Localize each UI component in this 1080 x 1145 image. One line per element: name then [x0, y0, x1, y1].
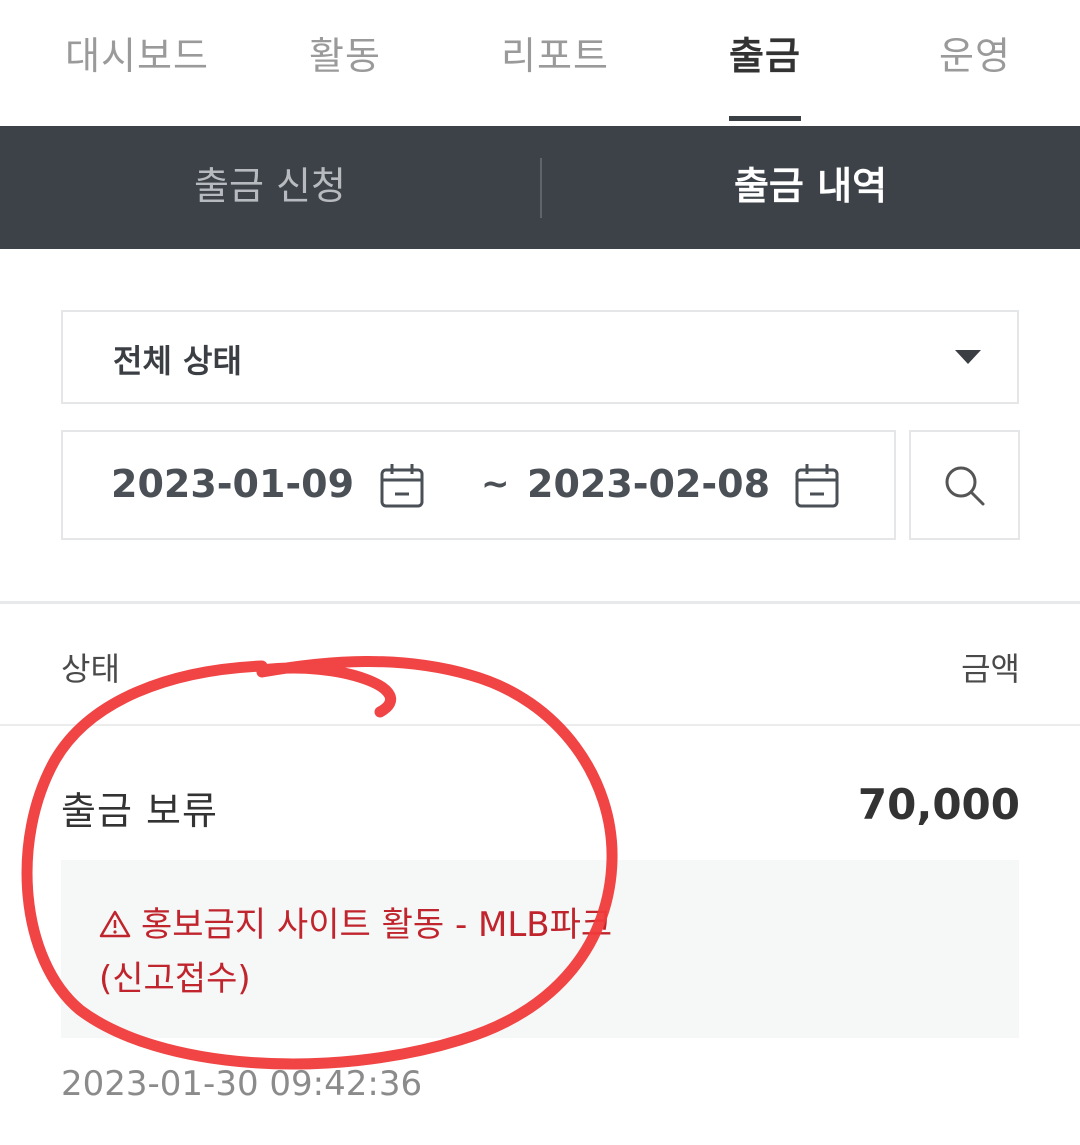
status-filter-value: 전체 상태 — [113, 342, 242, 380]
calendar-icon[interactable] — [379, 462, 425, 510]
tab-report[interactable]: 리포트 — [490, 28, 620, 88]
search-icon — [945, 466, 985, 506]
hold-reason-box: 홍보금지 사이트 활동 - MLB파크 (신고접수) — [61, 860, 1019, 1038]
caret-down-icon — [955, 350, 981, 364]
withdrawal-subtabs: 출금 신청 출금 내역 — [0, 126, 1080, 249]
calendar-icon[interactable] — [794, 462, 840, 510]
section-divider — [0, 601, 1080, 604]
search-button[interactable] — [909, 430, 1020, 540]
subtab-withdrawal-history[interactable]: 출금 내역 — [541, 126, 1080, 249]
tab-activity[interactable]: 활동 — [290, 28, 400, 88]
hold-reason-text: 홍보금지 사이트 활동 - MLB파크 (신고접수) — [99, 898, 699, 1006]
withdrawal-status: 출금 보류 — [61, 789, 218, 833]
header-divider — [0, 724, 1080, 726]
tab-withdrawal[interactable]: 출금 — [712, 28, 818, 88]
column-header-status: 상태 — [61, 650, 120, 688]
end-date-input[interactable]: 2023-02-08 — [527, 462, 770, 506]
warning-icon — [99, 910, 131, 938]
top-nav: 대시보드 활동 리포트 출금 운영 — [0, 0, 1080, 126]
active-tab-indicator — [729, 116, 801, 121]
withdrawal-amount: 70,000 — [857, 780, 1020, 829]
date-range-picker: 2023-01-09 ~ 2023-02-08 — [61, 430, 896, 540]
withdrawal-datetime: 2023-01-30 09:42:36 — [61, 1064, 423, 1104]
tab-operation[interactable]: 운영 — [922, 28, 1028, 88]
status-filter-select[interactable]: 전체 상태 — [61, 310, 1019, 404]
hold-reason-line-1-text: 홍보금지 사이트 활동 - MLB파크 — [141, 905, 613, 945]
tab-dashboard[interactable]: 대시보드 — [52, 28, 222, 88]
start-date-input[interactable]: 2023-01-09 — [111, 462, 354, 506]
column-header-amount: 금액 — [961, 650, 1020, 688]
subtab-withdrawal-request[interactable]: 출금 신청 — [0, 126, 540, 249]
date-separator: ~ — [481, 464, 510, 504]
hold-reason-line-2: (신고접수) — [99, 959, 251, 999]
hold-reason-line-1: 홍보금지 사이트 활동 - MLB파크 — [99, 898, 699, 952]
